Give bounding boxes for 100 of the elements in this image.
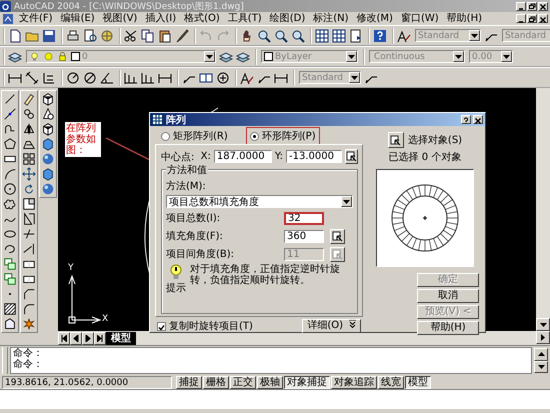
pick-point-icon[interactable] <box>330 228 345 244</box>
next-tab-icon[interactable] <box>82 332 94 344</box>
command-line-area[interactable]: 命令： 命令： <box>10 347 532 374</box>
status-toggle[interactable]: 栅格 <box>203 376 229 388</box>
select-objects-icon[interactable] <box>388 132 404 148</box>
revision-cloud-icon[interactable] <box>3 197 17 211</box>
wireframe-box-icon[interactable] <box>41 122 55 136</box>
zoom-previous-icon[interactable] <box>290 28 306 44</box>
menu-item[interactable]: 标注(N) <box>309 12 353 24</box>
insert-block-icon[interactable] <box>3 257 17 271</box>
hatch-icon[interactable] <box>3 302 17 316</box>
cone-icon[interactable] <box>41 107 55 121</box>
restore-icon[interactable] <box>527 14 537 23</box>
cut-scissors-icon[interactable] <box>123 28 139 44</box>
region-icon[interactable] <box>3 317 17 331</box>
menu-item[interactable]: 帮助(H) <box>442 12 486 24</box>
pick-point-icon[interactable] <box>345 149 358 164</box>
print-preview-icon[interactable] <box>82 28 98 44</box>
last-tab-icon[interactable] <box>94 332 106 344</box>
copy-object-icon[interactable] <box>22 107 36 121</box>
polyline-icon[interactable] <box>3 122 17 136</box>
first-tab-icon[interactable] <box>58 332 70 344</box>
globe-icon[interactable] <box>99 28 115 44</box>
sun-icon <box>43 51 54 62</box>
menu-item[interactable]: 工具(T) <box>224 12 266 24</box>
tip-label: 提示 <box>166 282 186 295</box>
menu-item[interactable]: 修改(M) <box>352 12 397 24</box>
center-mark-icon[interactable] <box>215 70 231 86</box>
construction-line-icon[interactable] <box>3 107 17 121</box>
previous-tab-icon[interactable] <box>70 332 82 344</box>
menu-item[interactable]: 编辑(E) <box>56 12 99 24</box>
line-icon[interactable] <box>3 92 17 106</box>
status-toggle[interactable]: 线宽 <box>378 376 404 388</box>
properties-grid-icon[interactable] <box>314 28 330 44</box>
radio-option[interactable]: 矩形阵列(R) <box>157 127 232 145</box>
scroll-right-icon[interactable] <box>536 331 550 344</box>
menu-item[interactable]: 插入(I) <box>141 12 180 24</box>
zoom-magnifier-icon[interactable] <box>256 28 272 44</box>
vertical-scrollbar[interactable] <box>536 88 550 331</box>
dialog-button[interactable]: 帮助(H) <box>417 321 479 335</box>
box-icon[interactable] <box>41 92 55 106</box>
stretch-icon[interactable] <box>22 212 36 226</box>
explode-icon[interactable] <box>22 317 36 331</box>
minimize-icon[interactable] <box>516 2 526 10</box>
extend-icon[interactable] <box>22 242 36 256</box>
zoom-window-icon[interactable] <box>273 28 289 44</box>
trim-icon[interactable] <box>22 227 36 241</box>
aligned-dimension-icon[interactable] <box>24 70 40 86</box>
arc-icon[interactable] <box>3 167 17 181</box>
status-toggle[interactable]: 模型 <box>405 376 431 388</box>
radio-option[interactable]: 环形阵列(P) <box>246 127 320 145</box>
minimize-icon[interactable] <box>516 14 526 23</box>
copy-icon[interactable] <box>140 28 156 44</box>
status-toggle[interactable]: 对象捕捉 <box>284 376 330 388</box>
elliptical-arc-icon[interactable] <box>3 242 17 256</box>
rotate-items-checkbox[interactable]: 复制时旋转项目(T) <box>157 319 253 333</box>
help-icon[interactable] <box>372 28 388 44</box>
close-icon[interactable] <box>538 2 548 10</box>
status-toggle[interactable]: 正交 <box>230 376 256 388</box>
menu-item[interactable]: 窗口(W) <box>396 12 443 24</box>
number-field[interactable]: 360 <box>284 230 324 242</box>
center-x-field[interactable]: 187.0000 <box>214 150 272 163</box>
radius-dimension-icon[interactable] <box>65 70 81 86</box>
menu-item[interactable]: 格式(O) <box>180 12 224 24</box>
drawing-document-icon[interactable] <box>2 12 14 24</box>
scale-icon[interactable] <box>22 197 36 211</box>
menu-item[interactable]: 文件(F) <box>15 12 57 24</box>
status-toggle[interactable]: 捕捉 <box>176 376 202 388</box>
array-icon[interactable] <box>22 152 36 166</box>
dialog-button[interactable]: 取消 <box>417 289 479 303</box>
chamfer-icon[interactable] <box>22 287 36 301</box>
menu-item[interactable]: 绘图(D) <box>266 12 310 24</box>
fillet-icon[interactable] <box>22 302 36 316</box>
center-y-field[interactable]: -13.0000 <box>286 150 342 163</box>
printer-icon[interactable] <box>65 28 81 44</box>
scroll-down-icon[interactable] <box>534 360 548 373</box>
solid-box-icon[interactable] <box>41 167 55 181</box>
method-dropdown[interactable]: 项目总数和填充角度 <box>166 195 353 208</box>
mirror-icon[interactable] <box>22 122 36 136</box>
help-icon[interactable] <box>461 115 471 124</box>
array-grid-icon <box>152 114 163 125</box>
erase-icon[interactable] <box>22 92 36 106</box>
rotate-icon[interactable] <box>22 182 36 196</box>
status-toggle[interactable]: 极轴 <box>257 376 283 388</box>
menu-item[interactable]: 视图(V) <box>98 12 142 24</box>
cube-icon[interactable] <box>41 137 55 151</box>
brush-icon[interactable] <box>174 28 190 44</box>
move-icon[interactable] <box>22 167 36 181</box>
scroll-up-icon[interactable] <box>534 348 548 360</box>
make-block-icon[interactable] <box>3 272 17 286</box>
diameter-dimension-icon[interactable] <box>82 70 98 86</box>
details-button[interactable]: 详细(O) <box>302 319 361 333</box>
design-center-icon[interactable] <box>331 28 347 44</box>
polygon-icon[interactable] <box>3 137 17 151</box>
status-toggle[interactable]: 对象追踪 <box>331 376 377 388</box>
paste-clipboard-icon[interactable] <box>157 28 173 44</box>
restore-icon[interactable] <box>527 2 537 10</box>
layout-tab[interactable]: 模型 <box>106 332 136 344</box>
circle-icon[interactable] <box>3 182 17 196</box>
scroll-down-icon[interactable] <box>536 318 550 331</box>
